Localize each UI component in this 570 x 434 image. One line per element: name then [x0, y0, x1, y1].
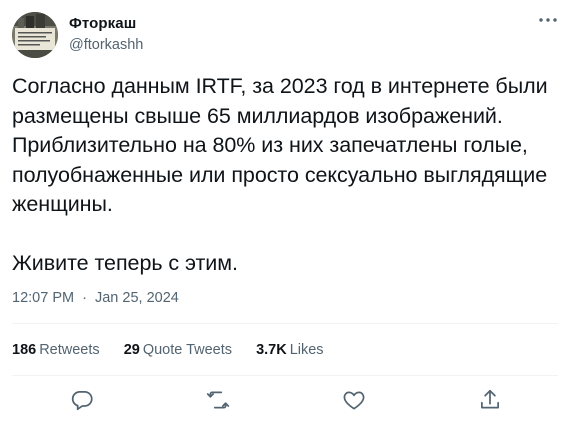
tweet-text-line: Приблизительно на 80% из них запечатлены…: [12, 133, 528, 157]
tweet-text-line: Согласно данным IRTF, за 2023 год в инте…: [12, 74, 548, 98]
more-options-icon[interactable]: [536, 10, 560, 30]
engagement-stats: 186 Retweets 29 Quote Tweets 3.7K Likes: [12, 342, 344, 358]
timestamp-separator: ·: [82, 290, 87, 306]
tweet-text-line: полуобнаженные или просто сексуально выг…: [12, 162, 548, 187]
tweet-text-line: размещены свыше 65 миллиардов изображени…: [12, 103, 503, 128]
avatar-image: [12, 12, 58, 58]
tweet-date[interactable]: Jan 25, 2024: [95, 290, 179, 306]
retweets-count: 186: [12, 342, 37, 358]
tweet-card: Фторкаш @ftorkashh Согласно данным IRTF,…: [0, 0, 570, 434]
tweet-time[interactable]: 12:07 PM: [12, 290, 74, 306]
tweet-timestamp[interactable]: 12:07 PM · Jan 25, 2024: [12, 290, 179, 306]
share-icon[interactable]: [477, 387, 503, 413]
divider: [12, 323, 558, 324]
tweet-text-closing: Живите теперь с этим.: [12, 251, 238, 275]
author-handle[interactable]: @ftorkashh: [69, 37, 143, 53]
retweet-icon[interactable]: [205, 387, 231, 413]
likes-stat[interactable]: 3.7K Likes: [256, 342, 324, 358]
retweets-label: Retweets: [39, 342, 100, 358]
retweets-stat[interactable]: 186 Retweets: [12, 342, 100, 358]
likes-count: 3.7K: [256, 342, 287, 358]
divider: [12, 375, 558, 376]
author-name[interactable]: Фторкаш: [69, 15, 136, 32]
likes-label: Likes: [289, 342, 324, 358]
quote-tweets-stat[interactable]: 29 Quote Tweets: [124, 342, 232, 358]
tweet-actions: [0, 385, 570, 415]
tweet-text-line: женщины.: [12, 192, 113, 216]
tweet-text: Согласно данным IRTF, за 2023 год в инте…: [12, 72, 562, 279]
like-icon[interactable]: [341, 387, 367, 413]
quote-tweets-count: 29: [123, 342, 140, 358]
reply-icon[interactable]: [69, 387, 95, 413]
avatar[interactable]: [12, 12, 58, 58]
quote-tweets-label: Quote Tweets: [142, 342, 233, 358]
